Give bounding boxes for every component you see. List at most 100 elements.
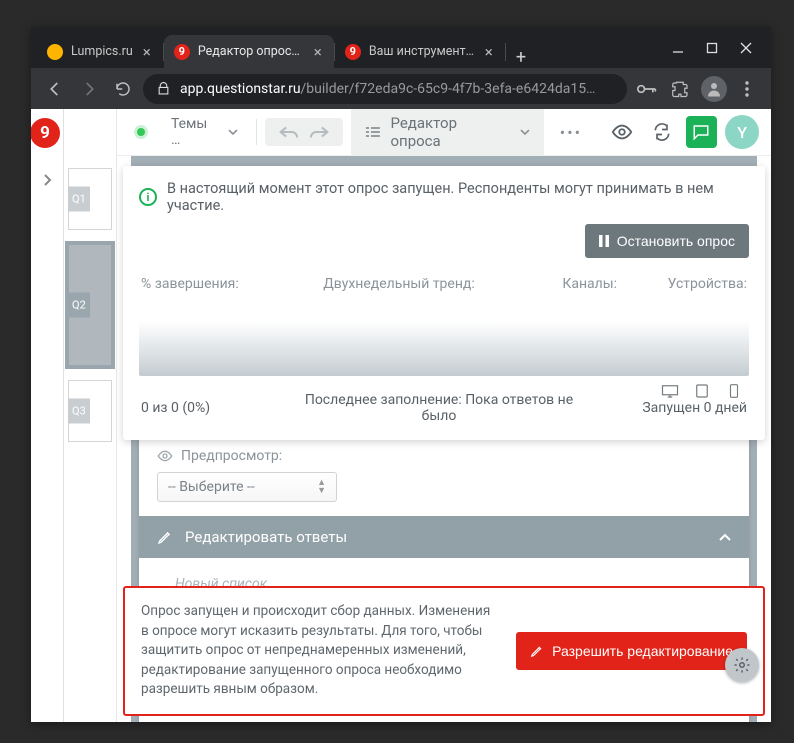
tabs: Lumpics.ru × 9 Редактор опроса - × 9 Ваш… [37, 27, 659, 68]
chevron-down-icon [520, 129, 530, 136]
canvas: Предпросмотр: -- Выберите -- ▲▼ Редактир… [117, 156, 771, 722]
close-icon[interactable]: × [141, 43, 153, 61]
foot-completion: 0 из 0 (0%) [141, 400, 301, 416]
eye-icon [157, 450, 173, 462]
preview-label: Предпросмотр: [181, 448, 282, 464]
pencil-icon [157, 529, 173, 545]
stop-label: Остановить опрос [617, 233, 735, 249]
browser-window: Lumpics.ru × 9 Редактор опроса - × 9 Ваш… [31, 27, 771, 722]
editor-mode-dropdown[interactable]: Редактор опроса [351, 109, 544, 157]
tab-lumpics[interactable]: Lumpics.ru × [37, 35, 163, 68]
info-text: В настоящий момент этот опрос запущен. Р… [167, 180, 749, 214]
thumb-label: Q2 [68, 293, 90, 318]
thumb-q3[interactable]: Q3 [68, 380, 112, 442]
themes-label: Темы … [171, 116, 220, 148]
lock-icon [157, 82, 170, 95]
stats-footers: 0 из 0 (0%) Последнее заполнение: Пока о… [139, 380, 749, 430]
window-controls [659, 41, 765, 55]
maximize-icon[interactable] [705, 41, 719, 55]
alert-text: Опрос запущен и происходит сбор данных. … [141, 602, 500, 700]
reload-icon[interactable] [109, 75, 137, 103]
stats-headers: % завершения: Двухнедельный тренд: Канал… [139, 266, 749, 298]
preview-select[interactable]: -- Выберите -- ▲▼ [157, 472, 337, 502]
stepper-icon: ▲▼ [317, 479, 326, 495]
address-field[interactable]: app.questionstar.ru/builder/f72eda9c-65c… [143, 74, 627, 104]
gear-icon [733, 656, 751, 674]
allow-label: Разрешить редактирование [552, 643, 733, 659]
page-thumbnails: Q1 Q2 Q3 [64, 109, 117, 722]
preview-label-row: Предпросмотр: [139, 436, 749, 472]
tab-instrument[interactable]: 9 Ваш инструмент д × [335, 35, 505, 68]
tab-title: Lumpics.ru [71, 44, 133, 59]
forward-icon[interactable] [75, 75, 103, 103]
undo-redo-group [265, 118, 343, 146]
user-avatar[interactable]: Y [725, 115, 759, 149]
edit-answers-label: Редактировать ответы [185, 528, 347, 546]
thumb-q1[interactable]: Q1 [68, 168, 112, 230]
chevron-up-icon [719, 533, 731, 541]
edit-locked-alert: Опрос запущен и происходит сбор данных. … [123, 586, 765, 716]
stats-placeholder [139, 298, 749, 376]
settings-fab[interactable] [725, 648, 759, 682]
thumb-label: Q3 [68, 399, 90, 424]
minimize-icon[interactable] [671, 41, 685, 55]
info-row: i В настоящий момент этот опрос запущен.… [139, 180, 749, 224]
tablet-icon [693, 384, 711, 398]
device-icons [661, 384, 743, 398]
stop-survey-button[interactable]: Остановить опрос [585, 224, 749, 258]
back-icon[interactable] [41, 75, 69, 103]
extensions-icon[interactable] [667, 75, 695, 103]
app-root: 9 Q1 Q2 Q3 Темы … [31, 109, 771, 722]
undo-icon[interactable] [277, 124, 299, 140]
head-channels: Каналы: [507, 276, 617, 292]
collapse-rail-button[interactable] [31, 156, 63, 203]
tab-title: Ваш инструмент д [369, 44, 475, 59]
foot-lastfill: Последнее заполнение: Пока ответов не бы… [301, 392, 577, 424]
thumb-q2[interactable]: Q2 [68, 244, 112, 366]
sync-icon[interactable] [646, 116, 678, 148]
new-tab-button[interactable]: + [506, 47, 536, 68]
close-icon[interactable]: × [312, 43, 324, 61]
more-icon[interactable]: ••• [552, 123, 590, 142]
tab-editor[interactable]: 9 Редактор опроса - × [164, 35, 334, 68]
themes-dropdown[interactable]: Темы … [161, 110, 248, 154]
app-logo-icon[interactable]: 9 [31, 118, 60, 148]
pause-icon [599, 235, 609, 247]
preview-icon[interactable] [606, 116, 638, 148]
select-placeholder: -- Выберите -- [168, 479, 255, 495]
user-initial: Y [737, 123, 747, 142]
pencil-icon [530, 644, 544, 658]
redo-icon[interactable] [309, 124, 331, 140]
status-live-icon [137, 128, 145, 136]
url-host: app.questionstar.ru [180, 81, 301, 97]
head-trend: Двухнедельный тренд: [291, 276, 507, 292]
info-icon: i [139, 188, 157, 206]
head-completion: % завершения: [141, 276, 291, 292]
key-icon[interactable] [633, 75, 661, 103]
main-area: Темы … Редактор опроса ••• Y [117, 109, 771, 722]
survey-status-panel: i В настоящий момент этот опрос запущен.… [123, 166, 765, 440]
desktop-icon [661, 384, 679, 398]
editor-mode-label: Редактор опроса [390, 114, 509, 150]
foot-running: Запущен 0 дней [577, 400, 747, 416]
favicon-questionstar: 9 [345, 44, 361, 60]
list-icon [365, 126, 381, 138]
app-toolbar: Темы … Редактор опроса ••• Y [117, 109, 771, 156]
url-bar: app.questionstar.ru/builder/f72eda9c-65c… [31, 68, 771, 109]
close-icon[interactable]: × [483, 43, 495, 61]
tab-title: Редактор опроса - [198, 44, 304, 59]
chevron-down-icon [228, 129, 238, 136]
profile-icon[interactable] [701, 76, 727, 102]
thumb-label: Q1 [68, 187, 90, 212]
close-window-icon[interactable] [739, 41, 753, 55]
edit-answers-bar[interactable]: Редактировать ответы [139, 516, 749, 558]
allow-editing-button[interactable]: Разрешить редактирование [516, 632, 747, 670]
favicon-lumpics [47, 44, 63, 60]
kebab-menu-icon[interactable] [733, 75, 761, 103]
toolbar-separator [256, 119, 257, 145]
favicon-questionstar: 9 [174, 44, 190, 60]
phone-icon [725, 384, 743, 398]
url-path: /builder/f72eda9c-65c9-4f7b-3efa-e6424da… [301, 81, 596, 97]
chat-icon[interactable] [686, 116, 718, 148]
tab-strip: Lumpics.ru × 9 Редактор опроса - × 9 Ваш… [31, 27, 771, 68]
